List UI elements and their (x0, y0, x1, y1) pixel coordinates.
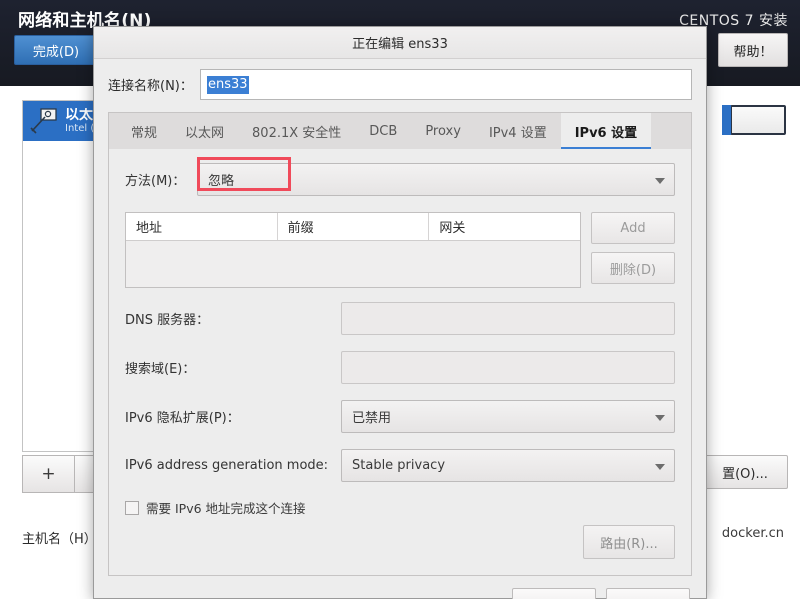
address-table[interactable]: 地址 前缀 网关 (125, 212, 581, 288)
address-buttons: Add 删除(D) (591, 212, 675, 288)
ethernet-icon (29, 107, 59, 135)
dialog-footer: Cancel 保存(S) (94, 576, 706, 599)
method-value: 忽略 (208, 174, 235, 189)
edit-connection-dialog: 正在编辑 ens33 连接名称(N)： ens33 常规 以太网 802.1X … (93, 26, 707, 599)
done-button-label: 完成(D) (32, 44, 80, 60)
ipv6-settings-panel: 方法(M)： 忽略 地址 前缀 网关 Add 删除(D) DNS 服务器： 搜索… (108, 149, 692, 576)
tab-ipv4-settings-label: IPv4 设置 (488, 125, 547, 141)
configure-button[interactable]: 置(O)... (702, 455, 788, 489)
save-button-label: 保存(S) (626, 596, 670, 599)
method-row: 方法(M)： 忽略 (125, 157, 675, 196)
require-ipv6-label: 需要 IPv6 地址完成这个连接 (146, 501, 306, 516)
connection-name-input[interactable]: ens33 (200, 69, 692, 100)
column-prefix: 前缀 (278, 213, 430, 240)
routes-button[interactable]: 路由(R)... (583, 525, 675, 559)
device-enable-toggle[interactable] (722, 105, 786, 135)
require-ipv6-checkbox[interactable] (125, 500, 139, 515)
tab-general[interactable]: 常规 (117, 113, 171, 149)
address-table-body (126, 241, 580, 287)
tab-general-label: 常规 (131, 125, 158, 141)
dialog-title: 正在编辑 ens33 (352, 37, 448, 52)
search-domains-label: 搜索域(E)： (125, 362, 196, 377)
plus-icon: + (41, 464, 56, 484)
help-button[interactable]: 帮助！ (718, 33, 788, 67)
dialog-titlebar[interactable]: 正在编辑 ens33 (94, 27, 706, 59)
tab-proxy-label: Proxy (425, 123, 461, 139)
connection-name-label: 连接名称(N)： (108, 79, 193, 94)
require-ipv6-row[interactable]: 需要 IPv6 地址完成这个连接 (125, 498, 675, 517)
column-address: 地址 (126, 213, 278, 240)
delete-address-button[interactable]: 删除(D) (591, 252, 675, 284)
watermark: docker.cn (721, 526, 784, 541)
dns-label: DNS 服务器： (125, 313, 210, 328)
add-address-label: Add (620, 220, 646, 236)
address-generation-mode-label: IPv6 address generation mode: (125, 458, 329, 473)
privacy-extensions-label: IPv6 隐私扩展(P)： (125, 411, 240, 426)
address-area: 地址 前缀 网关 Add 删除(D) (125, 212, 675, 288)
address-generation-mode-row: IPv6 address generation mode: Stable pri… (125, 449, 675, 482)
tab-bar: 常规 以太网 802.1X 安全性 DCB Proxy IPv4 设置 IPv6… (108, 112, 692, 150)
method-label: 方法(M)： (125, 174, 186, 189)
tab-dcb-label: DCB (369, 123, 398, 139)
method-dropdown[interactable]: 忽略 (197, 163, 675, 196)
hostname-label: 主机名（H） (22, 531, 97, 547)
address-generation-mode-dropdown[interactable]: Stable privacy (341, 449, 675, 482)
configure-button-label: 置(O)... (722, 466, 768, 482)
search-domains-row: 搜索域(E)： (125, 351, 675, 384)
routes-button-label: 路由(R)... (600, 536, 658, 552)
tab-8021x-security[interactable]: 802.1X 安全性 (238, 113, 355, 149)
chevron-down-icon (655, 463, 665, 470)
privacy-extensions-row: IPv6 隐私扩展(P)： 已禁用 (125, 400, 675, 433)
save-button[interactable]: 保存(S) (606, 588, 690, 599)
screen: 网络和主机名(N) CENTOS 7 安装 完成(D) 帮助！ 以太网 Inte… (0, 0, 800, 599)
add-device-button[interactable]: + (22, 455, 75, 493)
connection-name-value: ens33 (207, 75, 249, 94)
dns-row: DNS 服务器： (125, 302, 675, 335)
tab-ethernet-label: 以太网 (185, 125, 225, 141)
add-address-button[interactable]: Add (591, 212, 675, 244)
connection-name-row: 连接名称(N)： ens33 (94, 59, 706, 112)
address-table-header: 地址 前缀 网关 (126, 213, 580, 241)
tab-8021x-security-label: 802.1X 安全性 (252, 125, 342, 141)
privacy-extensions-dropdown[interactable]: 已禁用 (341, 400, 675, 433)
cancel-button[interactable]: Cancel (512, 588, 596, 599)
tab-ethernet[interactable]: 以太网 (171, 113, 238, 149)
help-button-label: 帮助！ (733, 44, 773, 60)
address-generation-mode-value: Stable privacy (352, 458, 446, 473)
chevron-down-icon (655, 414, 665, 421)
tab-ipv6-settings-label: IPv6 设置 (574, 125, 638, 141)
tab-dcb[interactable]: DCB (355, 113, 411, 149)
privacy-extensions-value: 已禁用 (352, 411, 392, 426)
done-button[interactable]: 完成(D) (14, 35, 98, 65)
column-gateway: 网关 (439, 221, 466, 236)
tab-proxy[interactable]: Proxy (411, 113, 475, 149)
delete-address-label: 删除(D) (609, 262, 657, 278)
tab-ipv6-settings[interactable]: IPv6 设置 (560, 113, 652, 150)
tab-ipv4-settings[interactable]: IPv4 设置 (475, 113, 561, 149)
search-domains-input[interactable] (341, 351, 675, 384)
dns-input[interactable] (341, 302, 675, 335)
routes-row: 路由(R)... (125, 525, 675, 565)
chevron-down-icon (655, 177, 665, 184)
